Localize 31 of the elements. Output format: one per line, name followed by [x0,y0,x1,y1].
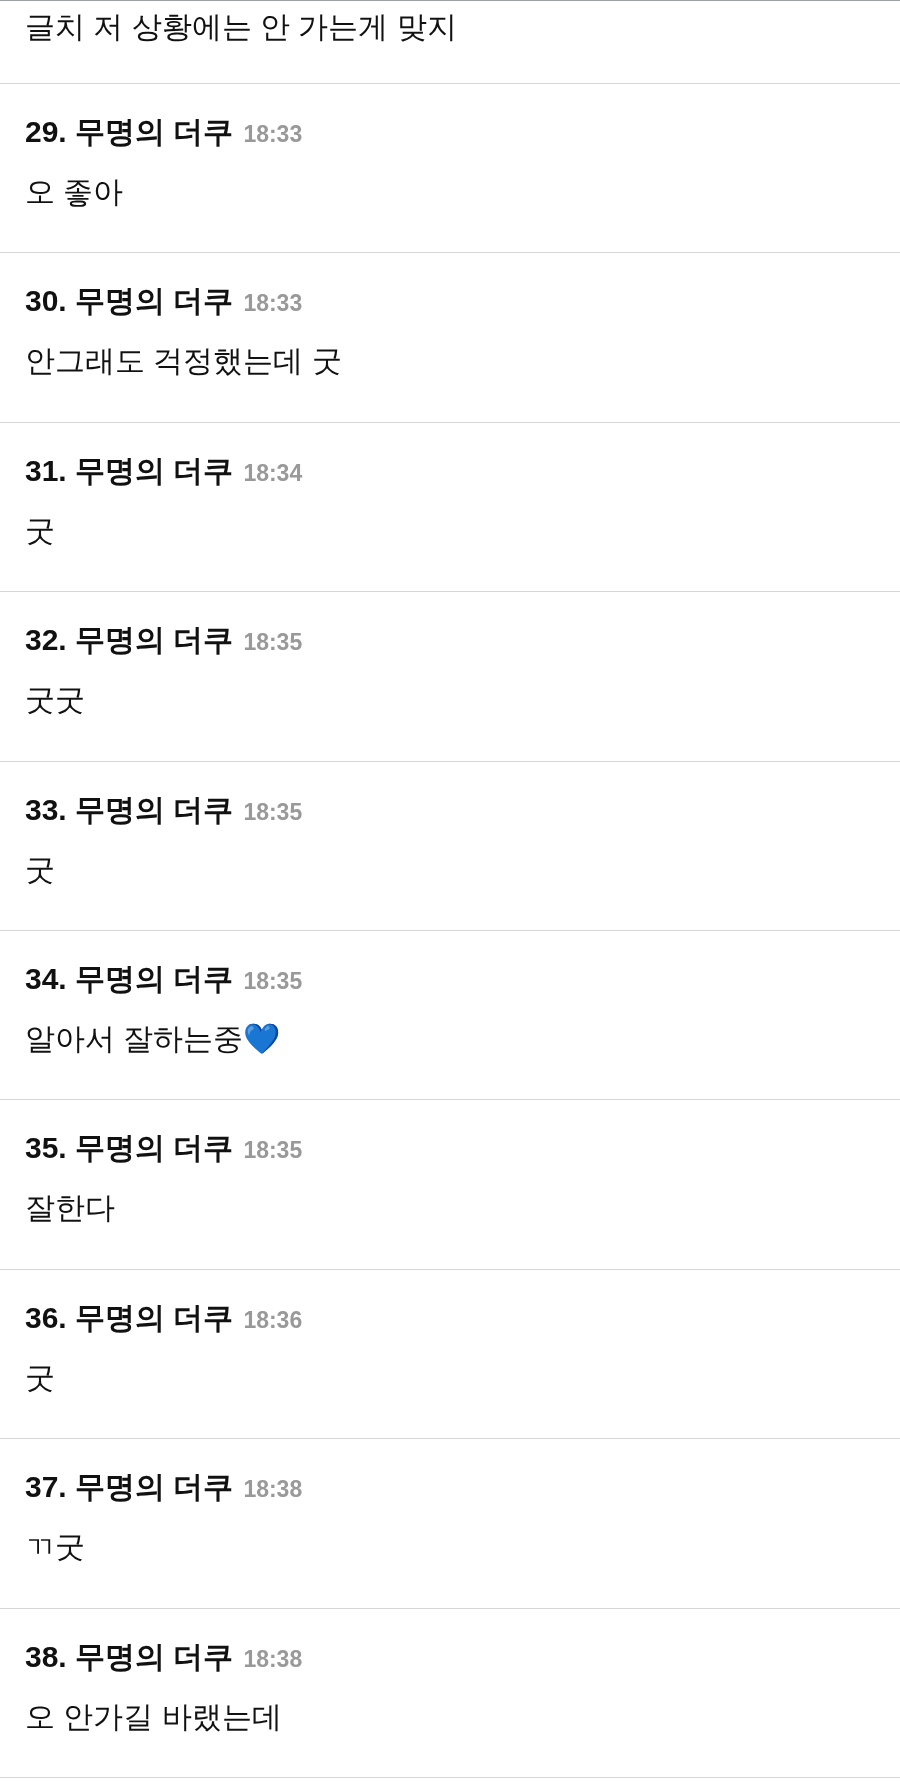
comment-author: 34. 무명의 더쿠 [25,960,234,997]
comment-author: 33. 무명의 더쿠 [25,791,234,828]
comment-time: 18:36 [243,1305,303,1335]
comment-time: 18:35 [243,1136,303,1166]
comment-time: 18:35 [243,628,303,658]
comment-text: 굿 [25,512,56,549]
comment-time: 18:33 [243,120,303,149]
comment-author: 38. 무명의 더쿠 [25,1638,234,1675]
comment-author: 36. 무명의 더쿠 [25,1299,234,1336]
comment-text: 오 안가길 바랬는데 [25,1698,283,1735]
comment-time: 18:35 [243,797,303,827]
comment-text: 오 좋아 [25,174,125,210]
comment-time: 18:38 [243,1475,303,1505]
comment-author: 32. 무명의 더쿠 [25,622,234,659]
comment-time: 18:34 [243,458,303,488]
comment-text: 굿 [25,1359,56,1396]
comment-author: 29. 무명의 더쿠 [25,114,234,150]
comment-text: 알아서 잘하는중💙 [25,1020,282,1057]
comment-author: 30. 무명의 더쿠 [25,283,234,320]
comment-text: 굿굿 [25,682,86,719]
comment-author: 37. 무명의 더쿠 [25,1469,234,1506]
comment-author: 31. 무명의 더쿠 [25,452,234,489]
comment-text: 굿 [25,851,56,888]
comment-time: 18:35 [243,966,303,996]
comment-text: 잘한다 [25,1190,116,1227]
comment-text: ㄲ굿 [25,1529,86,1566]
comment-time: 18:38 [243,1644,303,1674]
comment-author: 35. 무명의 더쿠 [25,1130,234,1167]
comment-text: 안그래도 걱정했는데 굿 [25,343,343,380]
comment-text: 글치 저 상황에는 안 가는게 맞지 [25,9,458,45]
comment-time: 18:33 [243,289,303,319]
